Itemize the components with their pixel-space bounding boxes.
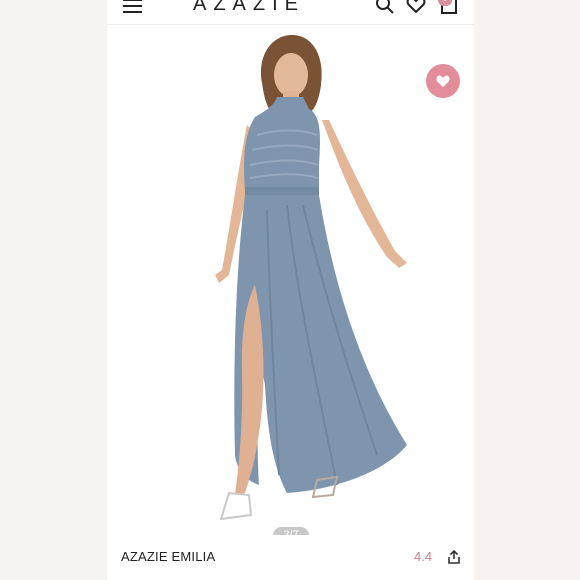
- phone-screen: AZAZIE 0: [107, 0, 474, 580]
- top-header: AZAZIE 0: [107, 0, 474, 25]
- right-backdrop: [474, 0, 580, 580]
- model-dress-illustration: [215, 35, 407, 521]
- product-name[interactable]: AZAZIE EMILIA: [121, 549, 215, 564]
- heart-filled-icon: [436, 75, 450, 88]
- product-info-bar: AZAZIE EMILIA 4.4: [107, 535, 474, 580]
- product-image[interactable]: 3/7: [107, 25, 474, 544]
- left-backdrop: [0, 0, 107, 580]
- product-rating[interactable]: 4.4: [414, 549, 432, 564]
- search-icon[interactable]: [375, 0, 395, 15]
- heart-outline-icon[interactable]: [406, 0, 426, 15]
- brand-logo[interactable]: AZAZIE: [193, 0, 327, 16]
- share-icon[interactable]: [447, 549, 461, 565]
- favorite-button[interactable]: [426, 64, 460, 98]
- hamburger-menu-icon[interactable]: [123, 0, 142, 13]
